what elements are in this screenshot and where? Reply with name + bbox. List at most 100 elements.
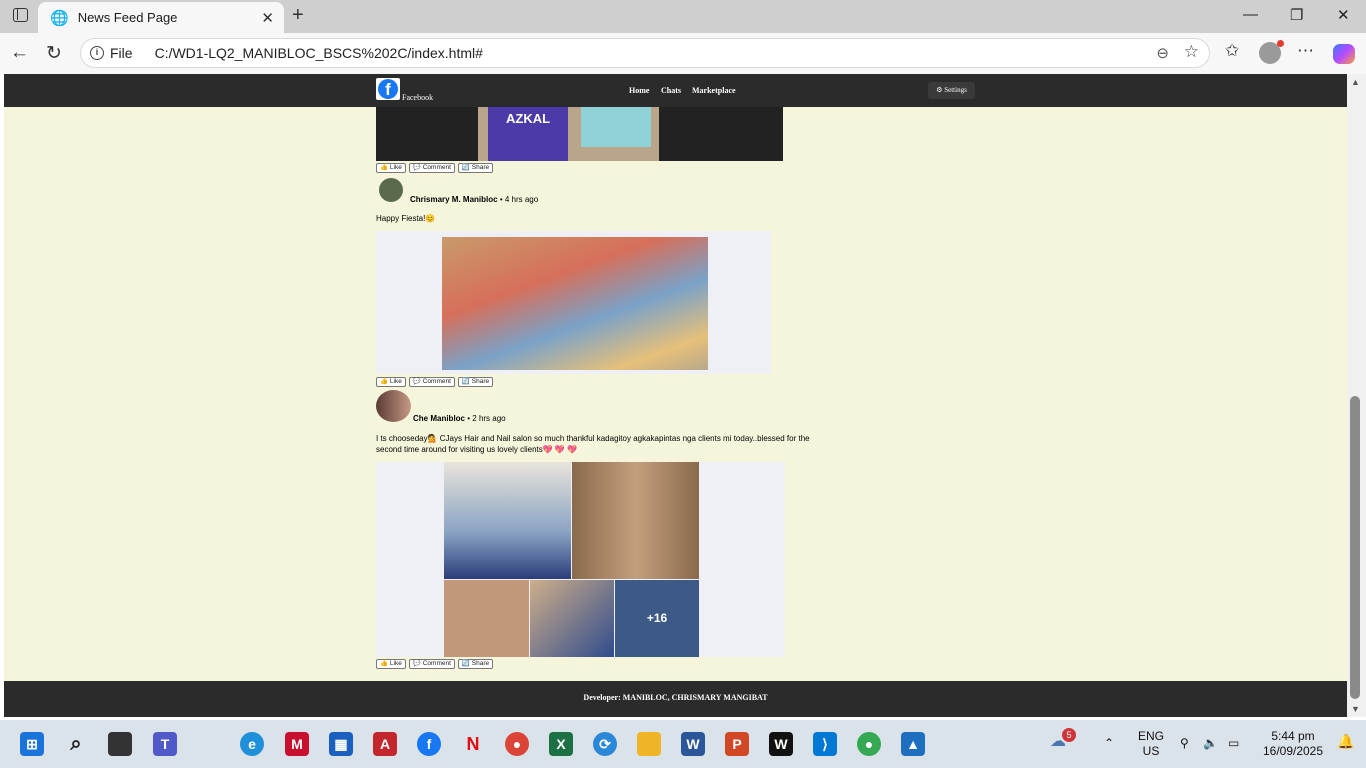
grid-photo[interactable]: [444, 462, 571, 579]
restore-icon[interactable]: ❐: [1290, 6, 1303, 24]
grid-photo[interactable]: [572, 462, 699, 579]
sidebar-toggle-icon[interactable]: [13, 8, 28, 22]
time: 5:44 pm: [1271, 729, 1315, 743]
author-name[interactable]: Chrismary M. Manibloc: [410, 195, 498, 204]
like-button[interactable]: 👍 Like: [376, 377, 406, 387]
taskbar: ⊞ ⌕ T e M ▦ A f N ● X ⟳ W P W ⟩ ● ▲ ☁ 5 …: [0, 720, 1366, 768]
address-bar-row: ← ↻ i File C:/WD1-LQ2_MANIBLOC_BSCS%202C…: [0, 33, 1366, 74]
post-actions: 👍 Like 💬 Comment 🔄 Share: [376, 659, 494, 669]
post-time: • 4 hrs ago: [499, 195, 539, 204]
refresh-icon[interactable]: ↻: [46, 42, 62, 65]
author-name[interactable]: Che Manibloc: [413, 414, 465, 423]
tray-chevron-icon[interactable]: ⌃: [1104, 736, 1114, 751]
tab-news-feed[interactable]: 🌐 News Feed Page ✕: [38, 2, 284, 33]
photo-grid: +16: [376, 462, 785, 657]
word-icon[interactable]: W: [681, 732, 705, 756]
like-button[interactable]: 👍 Like: [376, 659, 406, 669]
grid-photo[interactable]: [444, 580, 529, 657]
info-icon[interactable]: i: [90, 46, 104, 60]
search-icon[interactable]: ⌕: [64, 732, 88, 756]
page-viewport: f Facebook Home Chats Marketplace ⚙ Sett…: [4, 74, 1347, 717]
edge-icon[interactable]: e: [240, 732, 264, 756]
excel-icon[interactable]: X: [549, 732, 573, 756]
nav-marketplace[interactable]: Marketplace: [692, 86, 736, 95]
avatar[interactable]: [379, 178, 403, 202]
store-icon[interactable]: ▦: [329, 732, 353, 756]
webex-icon[interactable]: W: [769, 732, 793, 756]
more-menu-icon[interactable]: ⋯: [1297, 41, 1314, 61]
scroll-up-icon[interactable]: ▲: [1351, 77, 1360, 87]
netflix-icon[interactable]: N: [461, 732, 485, 756]
file-explorer-icon[interactable]: [637, 732, 661, 756]
nav-home[interactable]: Home: [629, 86, 649, 95]
facebook-app-icon[interactable]: f: [417, 732, 441, 756]
mcafee-icon[interactable]: M: [285, 732, 309, 756]
date: 16/09/2025: [1262, 744, 1324, 758]
post-author-line: Che Manibloc • 2 hrs ago: [413, 414, 506, 423]
vscode-icon[interactable]: ⟩: [813, 732, 837, 756]
task-view-icon[interactable]: [108, 732, 132, 756]
network-icon[interactable]: ⚲: [1180, 736, 1189, 751]
url-text[interactable]: C:/WD1-LQ2_MANIBLOC_BSCS%202C/index.html…: [155, 45, 483, 61]
more-photos-tile[interactable]: +16: [615, 580, 699, 657]
comment-button[interactable]: 💬 Comment: [408, 163, 455, 173]
post-photo-previous[interactable]: AZKAL: [376, 107, 783, 161]
post-actions: 👍 Like 💬 Comment 🔄 Share: [376, 163, 494, 173]
facebook-logo-icon[interactable]: f: [376, 78, 400, 100]
brand-label[interactable]: Facebook: [402, 93, 433, 102]
tab-title: News Feed Page: [77, 10, 178, 25]
site-navbar: f Facebook Home Chats Marketplace ⚙ Sett…: [4, 74, 1347, 107]
like-button[interactable]: 👍 Like: [376, 163, 406, 173]
start-icon[interactable]: ⊞: [20, 732, 44, 756]
scrollbar-thumb[interactable]: [1350, 396, 1360, 699]
minimize-icon[interactable]: —: [1243, 6, 1258, 23]
post-actions: 👍 Like 💬 Comment 🔄 Share: [376, 377, 494, 387]
share-button[interactable]: 🔄 Share: [457, 659, 494, 669]
chrome-profile-icon[interactable]: ●: [857, 732, 881, 756]
share-button[interactable]: 🔄 Share: [457, 163, 494, 173]
powerpoint-icon[interactable]: P: [725, 732, 749, 756]
favorite-star-icon[interactable]: ☆: [1184, 42, 1199, 62]
globe-icon: 🌐: [50, 9, 69, 27]
profile-avatar[interactable]: [1259, 40, 1284, 64]
access-icon[interactable]: A: [373, 732, 397, 756]
language-indicator[interactable]: ENG US: [1138, 729, 1164, 759]
battery-icon[interactable]: ▭: [1228, 736, 1239, 751]
vertical-scrollbar[interactable]: ▲ ▼: [1347, 74, 1366, 717]
sync-icon[interactable]: ⟳: [593, 732, 617, 756]
new-tab-icon[interactable]: +: [292, 4, 304, 27]
comment-button[interactable]: 💬 Comment: [408, 377, 455, 387]
file-label: File: [110, 45, 133, 61]
close-window-icon[interactable]: ✕: [1337, 6, 1350, 24]
site-footer: Developer: MANIBLOC, CHRISMARY MANGIBAT: [4, 681, 1347, 717]
volume-icon[interactable]: 🔈: [1203, 736, 1218, 751]
post-author-line: Chrismary M. Manibloc • 4 hrs ago: [410, 195, 538, 204]
scroll-down-icon[interactable]: ▼: [1351, 704, 1360, 714]
post-caption: Happy Fiesta!😊: [376, 214, 436, 223]
language: ENG: [1138, 729, 1165, 743]
photos-icon[interactable]: ▲: [901, 732, 925, 756]
weather-badge: 5: [1062, 728, 1076, 742]
chrome-icon[interactable]: ●: [505, 732, 529, 756]
shirt-text: AZKAL: [506, 111, 551, 126]
tab-strip: 🌐 News Feed Page ✕ + — ❐ ✕: [0, 0, 1366, 33]
settings-button[interactable]: ⚙ Settings: [928, 82, 975, 99]
notification-bell-icon[interactable]: 🔔: [1337, 734, 1354, 749]
teams-icon[interactable]: T: [153, 732, 177, 756]
share-button[interactable]: 🔄 Share: [457, 377, 494, 387]
back-icon[interactable]: ←: [10, 42, 29, 64]
zoom-icon[interactable]: ⊖: [1156, 44, 1169, 62]
post-photo[interactable]: [376, 231, 771, 374]
avatar[interactable]: [376, 390, 411, 422]
clock[interactable]: 5:44 pm 16/09/2025: [1258, 729, 1328, 759]
grid-photo[interactable]: [530, 580, 614, 657]
region: US: [1142, 744, 1160, 758]
nav-chats[interactable]: Chats: [661, 86, 681, 95]
copilot-icon[interactable]: [1333, 44, 1355, 64]
comment-button[interactable]: 💬 Comment: [408, 659, 455, 669]
address-bar[interactable]: i File C:/WD1-LQ2_MANIBLOC_BSCS%202C/ind…: [80, 38, 1210, 68]
close-tab-icon[interactable]: ✕: [261, 9, 274, 27]
post-time: • 2 hrs ago: [467, 414, 506, 423]
favorites-icon[interactable]: ✩: [1225, 41, 1239, 61]
post-caption: I ts chooseday💁 CJays Hair and Nail salo…: [376, 434, 810, 454]
